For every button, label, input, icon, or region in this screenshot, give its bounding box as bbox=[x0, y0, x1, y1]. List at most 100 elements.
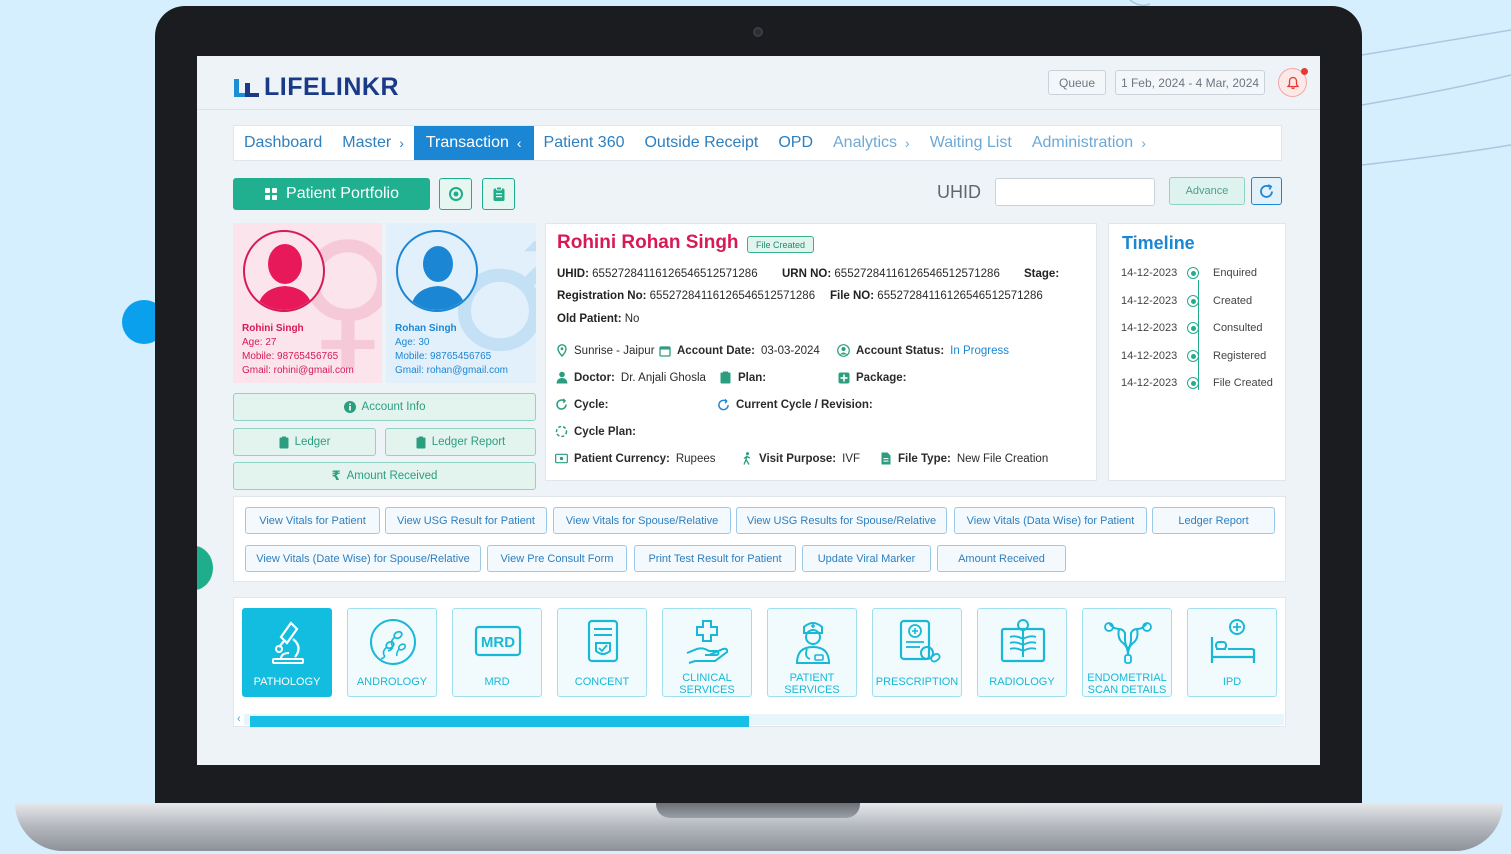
module-tile-prescription[interactable]: PRESCRIPTION bbox=[872, 608, 962, 697]
module-tile-radiology[interactable]: RADIOLOGY bbox=[977, 608, 1067, 697]
module-tile-concent[interactable]: CONCENT bbox=[557, 608, 647, 697]
account-info-label: Account Info bbox=[361, 401, 426, 413]
history-button[interactable] bbox=[439, 178, 472, 210]
brand-name: LIFELINKR bbox=[264, 73, 400, 101]
ledger-label: Ledger bbox=[294, 436, 331, 448]
patient-portfolio-label: Patient Portfolio bbox=[286, 185, 399, 202]
uhid-search-input[interactable] bbox=[995, 178, 1155, 206]
location-value: Sunrise - Jaipur bbox=[574, 344, 655, 357]
nav-item-administration[interactable]: Administration › bbox=[1022, 126, 1156, 160]
account-info-button[interactable]: Account Info bbox=[233, 393, 536, 421]
quick-link-button[interactable]: View Vitals (Data Wise) for Patient bbox=[954, 507, 1147, 534]
ledger-button[interactable]: Ledger bbox=[233, 428, 376, 456]
file-type-item: File Type: New File Creation bbox=[879, 452, 1048, 465]
module-tile-patient-services[interactable]: PATIENT SERVICES bbox=[767, 608, 857, 697]
nav-item-label: Analytics bbox=[833, 134, 898, 151]
refresh-button[interactable] bbox=[1251, 177, 1282, 205]
account-date-value: 03-03-2024 bbox=[760, 344, 820, 357]
nav-item-opd[interactable]: OPD bbox=[768, 126, 823, 160]
timeline-entry: 14-12-2023 File Created bbox=[1121, 377, 1273, 389]
ledger-report-label: Ledger Report bbox=[431, 436, 506, 448]
ledger-icon bbox=[279, 436, 289, 448]
prescription-icon bbox=[899, 619, 941, 663]
quick-links-panel: View Vitals for Patient View USG Result f… bbox=[233, 496, 1286, 582]
quick-link-button[interactable]: View Vitals for Spouse/Relative bbox=[553, 507, 731, 534]
timeline-status: File Created bbox=[1213, 377, 1273, 389]
grid-icon bbox=[265, 188, 278, 200]
module-tile-pathology[interactable]: PATHOLOGY bbox=[242, 608, 332, 697]
nav-item-master[interactable]: Master › bbox=[332, 126, 414, 160]
tiles-scrollbar-thumb[interactable] bbox=[250, 716, 749, 727]
nav-item-label: Master bbox=[342, 134, 392, 151]
queue-button[interactable]: Queue bbox=[1048, 70, 1106, 95]
ledger-report-icon bbox=[416, 436, 426, 448]
refresh-icon bbox=[1260, 183, 1273, 198]
quick-link-button[interactable]: Amount Received bbox=[937, 545, 1066, 572]
amount-received-button[interactable]: ₹ Amount Received bbox=[233, 462, 536, 490]
module-tile-ipd[interactable]: IPD bbox=[1187, 608, 1277, 697]
timeline-panel: Timeline 14-12-2023 Enquired 14-12-2023 Cre… bbox=[1108, 223, 1286, 481]
date-range-picker[interactable]: 1 Feb, 2024 - 4 Mar, 2024 bbox=[1115, 70, 1265, 95]
cycle-label-text: Cycle: bbox=[574, 398, 609, 411]
microscope-icon bbox=[272, 621, 304, 664]
chevron-right-icon: › bbox=[399, 135, 404, 151]
current-cycle-label-text: Current Cycle / Revision: bbox=[736, 398, 873, 411]
quick-link-button[interactable]: View Pre Consult Form bbox=[487, 545, 627, 572]
module-tile-andrology[interactable]: ANDROLOGY bbox=[347, 608, 437, 697]
file-no-value: 65527284116126546512571286 bbox=[877, 290, 1043, 302]
quick-link-button[interactable]: View USG Results for Spouse/Relative bbox=[736, 507, 947, 534]
history-icon bbox=[448, 187, 463, 201]
module-tile-mrd[interactable]: MRD MRD bbox=[452, 608, 542, 697]
svg-text:MRD: MRD bbox=[481, 634, 515, 651]
module-tile-label: CONCENT bbox=[574, 676, 630, 688]
clipboard-button[interactable] bbox=[482, 178, 515, 210]
wife-profile-card[interactable]: ♀ Rohini Singh Age: 27 Mobile: 987654567… bbox=[233, 223, 382, 383]
module-tile-endometrial-scan-details[interactable]: ENDOMETRIAL SCAN DETAILS bbox=[1082, 608, 1172, 697]
husband-profile-card[interactable]: ♂ Rohan Singh Age: 30 Mobile: 9876545676… bbox=[386, 223, 536, 383]
mrd-icon: MRD bbox=[474, 625, 522, 657]
plan-label-text: Plan: bbox=[738, 371, 767, 384]
top-bar: LIFELINKR Queue 1 Feb, 2024 - 4 Mar, 202… bbox=[197, 56, 1320, 110]
account-date-item: Account Date: 03-03-2024 bbox=[658, 344, 820, 357]
nav-item-patient-360[interactable]: Patient 360 bbox=[534, 126, 635, 160]
quick-link-button[interactable]: View Vitals (Date Wise) for Spouse/Relat… bbox=[245, 545, 481, 572]
nav-item-waiting-list[interactable]: Waiting List bbox=[920, 126, 1022, 160]
timeline-date: 14-12-2023 bbox=[1121, 377, 1178, 389]
scroll-left-icon[interactable]: ‹ bbox=[237, 713, 241, 725]
quick-link-button[interactable]: View Vitals for Patient bbox=[245, 507, 380, 534]
nav-item-transaction[interactable]: Transaction ‹ bbox=[413, 126, 534, 160]
file-type-label-text: File Type: bbox=[898, 452, 951, 465]
timeline-entry: 14-12-2023 Created bbox=[1121, 295, 1252, 307]
quick-link-button[interactable]: View USG Result for Patient bbox=[385, 507, 547, 534]
ledger-report-button[interactable]: Ledger Report bbox=[385, 428, 536, 456]
file-no-row: File NO: 65527284116126546512571286 bbox=[830, 290, 1043, 302]
location-item: Sunrise - Jaipur bbox=[555, 344, 655, 357]
brand-logo[interactable]: LIFELINKR bbox=[233, 73, 399, 102]
xray-icon bbox=[1000, 619, 1046, 663]
account-status-label-text: Account Status: bbox=[856, 344, 945, 357]
timeline-dot-icon bbox=[1187, 377, 1199, 389]
patient-portfolio-button[interactable]: Patient Portfolio bbox=[233, 178, 430, 210]
timeline-status: Created bbox=[1213, 295, 1253, 307]
advance-search-button[interactable]: Advance bbox=[1169, 177, 1245, 205]
husband-name: Rohan Singh bbox=[395, 323, 457, 334]
nav-item-dashboard[interactable]: Dashboard bbox=[234, 126, 332, 160]
timeline-title: Timeline bbox=[1122, 233, 1195, 253]
nav-item-analytics[interactable]: Analytics › bbox=[823, 126, 920, 160]
quick-link-button[interactable]: Ledger Report bbox=[1152, 507, 1275, 534]
quick-link-button[interactable]: Update Viral Marker bbox=[802, 545, 931, 572]
timeline-entry: 14-12-2023 Consulted bbox=[1121, 322, 1263, 334]
cycle-icon bbox=[555, 398, 568, 411]
urn-label-text: URN NO: bbox=[782, 268, 832, 280]
quick-link-button[interactable]: Print Test Result for Patient bbox=[634, 545, 796, 572]
nav-item-outside-receipt[interactable]: Outside Receipt bbox=[634, 126, 768, 160]
cycle-plan-icon bbox=[555, 425, 568, 438]
side-drawer-handle[interactable] bbox=[197, 546, 213, 590]
doctor-value: Dr. Anjali Ghosla bbox=[620, 371, 706, 384]
calendar-icon bbox=[658, 344, 671, 357]
chevron-right-icon: › bbox=[905, 135, 910, 151]
account-status-item: Account Status: In Progress bbox=[837, 344, 1009, 357]
timeline-dot-icon bbox=[1187, 322, 1199, 334]
module-tile-clinical-services[interactable]: CLINICAL SERVICES bbox=[662, 608, 752, 697]
logo-mark-icon bbox=[234, 78, 259, 97]
